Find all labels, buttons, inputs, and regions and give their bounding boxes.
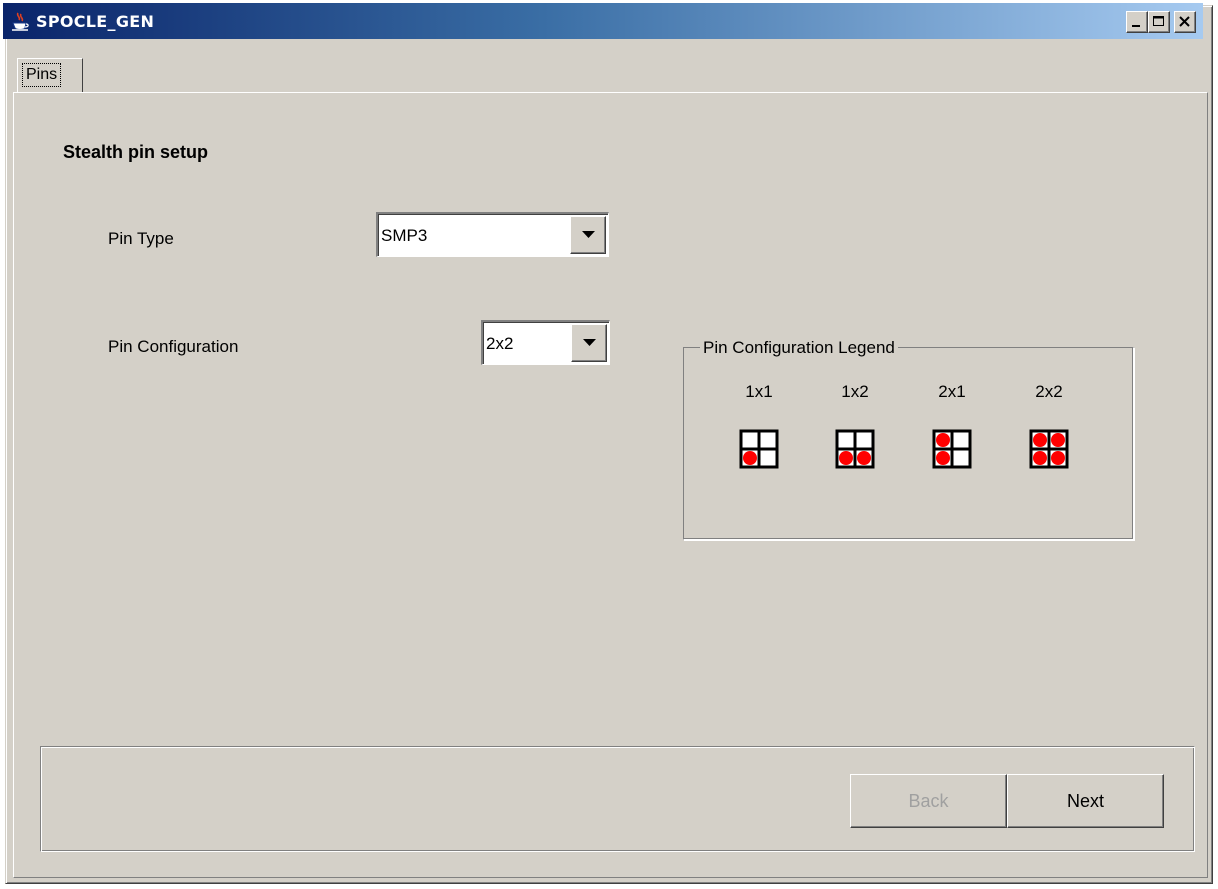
legend-item-label: 2x2 [1035, 382, 1063, 401]
pin-cell [757, 429, 779, 451]
back-button[interactable]: Back [850, 774, 1007, 828]
legend-item-1x2: 1x2 [825, 382, 885, 492]
tab-pins-label: Pins [22, 63, 62, 87]
pin-dot [839, 451, 853, 465]
pin-grid-icon [932, 429, 972, 469]
java-cup-icon [12, 12, 29, 31]
pin-type-label: Pin Type [108, 229, 174, 248]
legend-item-1x1: 1x1 [729, 382, 789, 492]
pin-type-dropdown-button[interactable] [570, 216, 606, 254]
section-title: Stealth pin setup [63, 142, 209, 162]
legend-item-label: 1x2 [841, 382, 869, 401]
pin-cell [950, 447, 972, 469]
maximize-button[interactable] [1148, 11, 1170, 33]
pin-dot [1033, 433, 1047, 447]
pin-dot [857, 451, 871, 465]
pin-grid-icon [1029, 429, 1069, 469]
legend-item-label: 1x1 [745, 382, 773, 401]
pin-configuration-select[interactable]: 2x2 [481, 320, 610, 365]
pin-cell [853, 429, 875, 451]
legend-item-2x1: 2x1 [922, 382, 982, 492]
pin-configuration-dropdown-button[interactable] [571, 324, 607, 362]
legend-title: Pin Configuration Legend [700, 338, 898, 358]
pin-dot [743, 451, 757, 465]
pin-cell [757, 447, 779, 469]
next-button[interactable]: Next [1007, 774, 1164, 828]
pin-configuration-label: Pin Configuration [108, 337, 239, 356]
legend-item-2x2: 2x2 [1019, 382, 1079, 492]
pin-type-select[interactable]: SMP3 [376, 212, 609, 257]
pin-configuration-value: 2x2 [486, 334, 514, 353]
pin-cell [739, 429, 761, 451]
title-bar[interactable]: SPOCLE_GEN [3, 3, 1203, 39]
pin-dot [1051, 451, 1065, 465]
window-title: SPOCLE_GEN [36, 12, 155, 31]
pin-grid-icon [739, 429, 779, 469]
pin-dot [1051, 433, 1065, 447]
tab-pins[interactable]: Pins [17, 58, 83, 92]
pin-cell [950, 429, 972, 451]
close-icon [1179, 16, 1190, 27]
pin-grid-icon [835, 429, 875, 469]
pin-cell [835, 429, 857, 451]
legend-item-label: 2x1 [938, 382, 966, 401]
pin-dot [936, 433, 950, 447]
chevron-down-icon [582, 231, 595, 238]
pin-type-value: SMP3 [381, 226, 428, 245]
minimize-icon [1132, 25, 1140, 27]
pin-dot [1033, 451, 1047, 465]
pin-dot [936, 451, 950, 465]
maximize-icon [1153, 16, 1164, 26]
chevron-down-icon [583, 339, 596, 346]
minimize-button[interactable] [1126, 11, 1148, 33]
close-button[interactable] [1174, 11, 1196, 33]
